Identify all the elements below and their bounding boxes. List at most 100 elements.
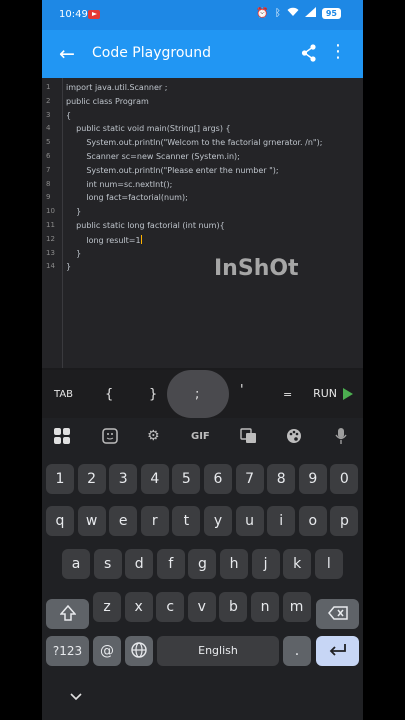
key[interactable]: e bbox=[109, 506, 138, 536]
more-options-icon[interactable]: ⋮ bbox=[329, 43, 347, 61]
line-text: Scanner sc=new Scanner (System.in); bbox=[66, 151, 240, 161]
quote-key[interactable]: ' bbox=[240, 383, 244, 398]
space-bar[interactable]: English bbox=[157, 636, 279, 666]
youtube-icon bbox=[88, 10, 100, 19]
line-number: 8 bbox=[46, 179, 51, 188]
key[interactable]: p bbox=[330, 506, 359, 536]
line-number: 3 bbox=[46, 110, 51, 119]
tab-key[interactable]: TAB bbox=[54, 389, 73, 400]
semicolon-key[interactable]: ; bbox=[195, 387, 199, 402]
key[interactable]: b bbox=[219, 592, 248, 622]
open-brace-key[interactable]: { bbox=[105, 387, 113, 402]
line-number: 10 bbox=[46, 207, 55, 216]
key[interactable]: t bbox=[172, 506, 201, 536]
key[interactable]: 5 bbox=[172, 464, 201, 494]
key[interactable]: g bbox=[188, 549, 217, 579]
key[interactable]: y bbox=[204, 506, 232, 536]
line-number: 11 bbox=[46, 220, 55, 229]
code-line[interactable]: 3{ bbox=[42, 109, 363, 123]
share-icon[interactable] bbox=[301, 44, 317, 66]
code-line[interactable]: 5 System.out.println("Welcom to the fact… bbox=[42, 136, 363, 150]
key[interactable]: m bbox=[282, 592, 311, 622]
code-line[interactable]: 14} bbox=[42, 260, 363, 274]
key[interactable]: 4 bbox=[140, 464, 169, 494]
key[interactable]: z bbox=[93, 592, 121, 622]
key[interactable]: x bbox=[124, 592, 153, 622]
key[interactable]: i bbox=[267, 506, 296, 536]
symbols-key[interactable]: ?123 bbox=[46, 636, 89, 666]
apps-grid-icon[interactable] bbox=[54, 428, 70, 448]
line-text: int num=sc.nextInt(); bbox=[66, 179, 173, 189]
code-line[interactable]: 12 long result=1 bbox=[42, 233, 363, 247]
run-button[interactable]: RUN bbox=[313, 387, 353, 400]
close-brace-key[interactable]: } bbox=[149, 387, 157, 402]
translate-icon[interactable] bbox=[240, 428, 257, 448]
code-line[interactable]: 13 } bbox=[42, 247, 363, 261]
status-bar: 10:49 ⏰ ᛒ 95 bbox=[42, 0, 363, 30]
keyboard-toolbar: ⚙ GIF bbox=[42, 418, 363, 456]
sticker-icon[interactable] bbox=[102, 428, 118, 448]
alarm-icon: ⏰ bbox=[256, 8, 269, 19]
key[interactable]: k bbox=[283, 549, 312, 579]
key[interactable]: 8 bbox=[267, 464, 296, 494]
line-text: long result=1 bbox=[66, 234, 142, 245]
key[interactable]: 0 bbox=[330, 464, 359, 494]
key[interactable]: o bbox=[298, 506, 327, 536]
code-line[interactable]: 2 public class Program bbox=[42, 95, 363, 109]
code-line[interactable]: 1 import java.util.Scanner ; bbox=[42, 81, 363, 95]
key[interactable]: d bbox=[125, 549, 154, 579]
key[interactable]: 2 bbox=[77, 464, 106, 494]
phone-screen: 10:49 ⏰ ᛒ 95 ← Code Playground ⋮ 1 import… bbox=[42, 0, 363, 720]
key[interactable]: f bbox=[156, 549, 185, 579]
code-line[interactable]: 7 System.out.println("Please enter the n… bbox=[42, 164, 363, 178]
key[interactable]: a bbox=[62, 549, 90, 579]
code-editor[interactable]: 1 import java.util.Scanner ; 2 public class… bbox=[42, 78, 363, 368]
palette-icon[interactable] bbox=[286, 428, 302, 448]
line-text: import java.util.Scanner ; bbox=[66, 83, 168, 92]
key[interactable]: s bbox=[93, 549, 122, 579]
line-number: 13 bbox=[46, 248, 55, 257]
gif-button[interactable]: GIF bbox=[191, 431, 210, 442]
key[interactable]: r bbox=[140, 506, 169, 536]
code-line[interactable]: 8 int num=sc.nextInt(); bbox=[42, 178, 363, 192]
key[interactable]: j bbox=[251, 549, 280, 579]
key[interactable]: 9 bbox=[298, 464, 327, 494]
microphone-icon[interactable] bbox=[335, 428, 347, 448]
soft-keyboard: ⚙ GIF 1234567890 qwertyuiop asdfghjkl zx… bbox=[42, 418, 363, 720]
at-key[interactable]: @ bbox=[93, 636, 121, 666]
key[interactable]: u bbox=[235, 506, 264, 536]
key[interactable]: 6 bbox=[204, 464, 232, 494]
period-key[interactable]: . bbox=[283, 636, 311, 666]
backspace-key[interactable] bbox=[316, 599, 359, 629]
key[interactable]: 1 bbox=[46, 464, 74, 494]
code-line[interactable]: 9 long fact=factorial(num); bbox=[42, 191, 363, 205]
key[interactable]: v bbox=[187, 592, 216, 622]
code-line[interactable]: 6 Scanner sc=new Scanner (System.in); bbox=[42, 150, 363, 164]
semicolon-key-highlight[interactable]: ; bbox=[167, 370, 229, 418]
line-text: public static long factorial (int num){ bbox=[66, 220, 225, 230]
key[interactable]: w bbox=[77, 506, 106, 536]
key[interactable]: 7 bbox=[235, 464, 264, 494]
hide-keyboard-icon[interactable] bbox=[70, 690, 82, 704]
run-label: RUN bbox=[313, 387, 337, 400]
globe-icon[interactable] bbox=[125, 636, 153, 666]
shift-key[interactable] bbox=[46, 599, 89, 629]
settings-gear-icon[interactable]: ⚙ bbox=[147, 428, 160, 444]
code-line[interactable]: 11 public static long factorial (int num… bbox=[42, 219, 363, 233]
app-bar: ← Code Playground ⋮ bbox=[42, 30, 363, 78]
equals-key[interactable]: = bbox=[283, 388, 292, 401]
battery-indicator: 95 bbox=[321, 8, 341, 19]
key[interactable]: n bbox=[251, 592, 279, 622]
line-text: System.out.println("Please enter the num… bbox=[66, 165, 279, 175]
key[interactable]: q bbox=[46, 506, 74, 536]
line-number: 1 bbox=[46, 83, 51, 91]
key[interactable]: 3 bbox=[109, 464, 138, 494]
key[interactable]: l bbox=[314, 549, 343, 579]
back-arrow-icon[interactable]: ← bbox=[59, 43, 75, 65]
navigation-bar bbox=[42, 683, 363, 720]
key[interactable]: h bbox=[220, 549, 248, 579]
code-line[interactable]: 4 public static void main(String[] args)… bbox=[42, 122, 363, 136]
code-line[interactable]: 10 } bbox=[42, 205, 363, 219]
enter-key[interactable] bbox=[316, 636, 359, 666]
key[interactable]: c bbox=[156, 592, 185, 622]
